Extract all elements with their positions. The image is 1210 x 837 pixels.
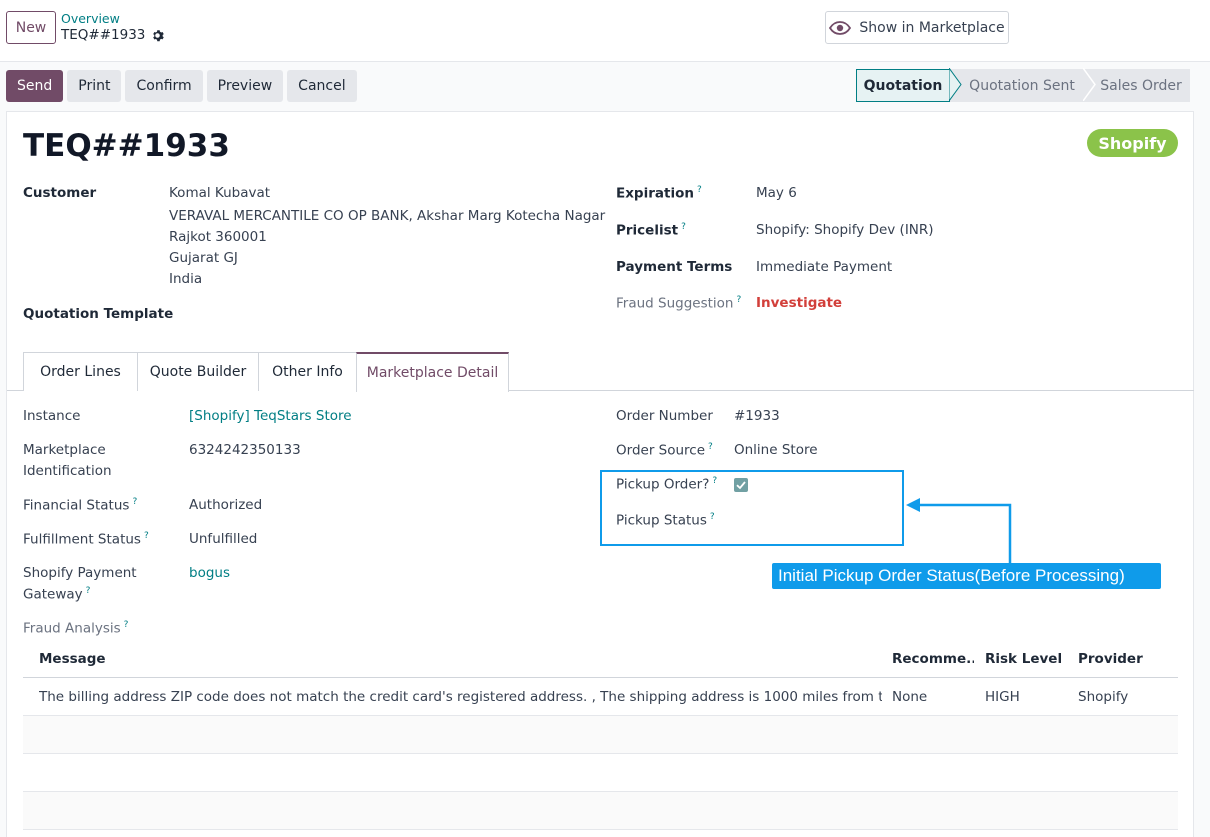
fraud-analysis-table: Message Recomme... Risk Level Provider T… [23, 640, 1178, 830]
marketplace-badge: Shopify [1087, 129, 1178, 157]
fraud-suggestion-label: Fraud Suggestion? [616, 295, 741, 312]
control-panel: New Overview TEQ##1933 Show in Marketpla… [0, 0, 1210, 62]
preview-button[interactable]: Preview [206, 70, 284, 102]
customer-address-line: Gujarat GJ [169, 250, 238, 266]
stage-quotation[interactable]: Quotation [856, 69, 950, 102]
payment-gateway-label: Gateway? [23, 586, 90, 603]
help-icon[interactable]: ? [132, 497, 137, 507]
confirm-button[interactable]: Confirm [125, 70, 203, 102]
marketplace-identification-value: 6324242350133 [189, 442, 301, 458]
expiration-label: Expiration? [616, 185, 702, 202]
quotation-template-label: Quotation Template [23, 306, 174, 322]
message-cell: The billing address ZIP code does not ma… [39, 689, 882, 705]
column-header-recommendation[interactable]: Recomme... [892, 640, 974, 678]
help-icon[interactable]: ? [86, 586, 91, 596]
pricelist-label-text: Pricelist [616, 222, 679, 239]
recommendation-cell: None [892, 689, 928, 705]
gear-icon[interactable] [151, 29, 165, 42]
order-source-label: Order Source? [616, 442, 713, 459]
stage-quotation-sent-label: Quotation Sent [969, 77, 1075, 94]
marketplace-identification-label: Marketplace [23, 442, 106, 458]
table-row[interactable]: The billing address ZIP code does not ma… [23, 678, 1178, 716]
show-in-marketplace-label: Show in Marketplace [859, 19, 1005, 36]
table-header: Message Recomme... Risk Level Provider [23, 640, 1178, 678]
fulfillment-status-value: Unfulfilled [189, 531, 258, 547]
tab-marketplace-detail[interactable]: Marketplace Detail [356, 352, 509, 392]
send-button[interactable]: Send [6, 70, 64, 102]
print-button[interactable]: Print [67, 70, 122, 102]
customer-name[interactable]: Komal Kubavat [169, 185, 270, 201]
chevron-right-icon [949, 68, 962, 101]
payment-gateway-link[interactable]: bogus [189, 565, 230, 581]
eye-icon [829, 20, 852, 35]
financial-status-label-text: Financial Status [23, 497, 130, 514]
expiration-value[interactable]: May 6 [756, 185, 797, 201]
order-source-value: Online Store [734, 442, 818, 458]
instance-link[interactable]: [Shopify] TeqStars Store [189, 408, 352, 424]
risk-level-cell: HIGH [985, 689, 1020, 705]
column-header-message[interactable]: Message [39, 640, 882, 678]
pricelist-value[interactable]: Shopify: Shopify Dev (INR) [756, 222, 934, 238]
column-header-provider[interactable]: Provider [1078, 640, 1173, 678]
customer-address-line: India [169, 271, 203, 287]
column-header-risk-level[interactable]: Risk Level [985, 640, 1067, 678]
breadcrumb-overview[interactable]: Overview [61, 11, 120, 26]
action-buttons: Send Print Confirm Preview Cancel [6, 70, 357, 102]
cancel-button[interactable]: Cancel [287, 70, 357, 102]
payment-terms-label: Payment Terms [616, 259, 733, 275]
customer-address-line: Rajkot 360001 [169, 229, 267, 245]
annotation-arrow-icon [906, 498, 1012, 565]
financial-status-label: Financial Status? [23, 497, 137, 514]
fraud-suggestion-value: Investigate [756, 295, 843, 311]
instance-label: Instance [23, 408, 81, 424]
help-icon[interactable]: ? [681, 222, 686, 232]
new-button[interactable]: New [6, 11, 56, 44]
help-icon[interactable]: ? [737, 295, 742, 305]
breadcrumb-current: TEQ##1933 [61, 27, 165, 43]
pricelist-label: Pricelist? [616, 222, 686, 239]
annotation-note: Initial Pickup Order Status(Before Proce… [772, 563, 1161, 589]
help-icon[interactable]: ? [124, 620, 129, 630]
fraud-analysis-label: Fraud Analysis? [23, 620, 128, 637]
notebook-tabs: Order Lines Quote Builder Other Info Mar… [7, 352, 1194, 392]
stage-sales-order[interactable]: Sales Order [1083, 68, 1190, 102]
payment-gateway-label-text: Gateway [23, 586, 83, 603]
payment-terms-value[interactable]: Immediate Payment [756, 259, 892, 275]
record-title: TEQ##1933 [23, 128, 230, 164]
customer-label: Customer [23, 185, 97, 201]
empty-row [23, 716, 1178, 754]
order-number-label: Order Number [616, 408, 713, 424]
tab-other-info[interactable]: Other Info [258, 352, 357, 391]
customer-address-line: VERAVAL MERCANTILE CO OP BANK, Akshar Ma… [169, 208, 606, 224]
payment-gateway-label: Shopify Payment [23, 565, 137, 581]
annotation-highlight-box [600, 470, 904, 546]
show-in-marketplace-button[interactable]: Show in Marketplace [825, 11, 1009, 44]
fraud-analysis-label-text: Fraud Analysis [23, 620, 121, 637]
stage-sales-order-label: Sales Order [1100, 77, 1182, 94]
breadcrumb-current-label: TEQ##1933 [61, 27, 146, 43]
help-icon[interactable]: ? [144, 531, 149, 541]
financial-status-value: Authorized [189, 497, 263, 513]
help-icon[interactable]: ? [697, 185, 702, 195]
expiration-label-text: Expiration [616, 185, 694, 202]
tab-order-lines[interactable]: Order Lines [23, 352, 138, 391]
fulfillment-status-label-text: Fulfillment Status [23, 531, 141, 548]
fulfillment-status-label: Fulfillment Status? [23, 531, 149, 548]
order-source-label-text: Order Source [616, 442, 706, 459]
provider-cell: Shopify [1078, 689, 1129, 705]
empty-row [23, 754, 1178, 792]
empty-row [23, 792, 1178, 830]
tab-quote-builder[interactable]: Quote Builder [137, 352, 259, 391]
status-bar: Quotation Quotation Sent Sales Order [856, 68, 1190, 102]
chevron-right-icon [1083, 68, 1096, 101]
marketplace-identification-label: Identification [23, 463, 112, 479]
stage-quotation-sent[interactable]: Quotation Sent [949, 68, 1084, 102]
order-number-value: #1933 [734, 408, 780, 424]
fraud-suggestion-label-text: Fraud Suggestion [616, 295, 734, 312]
help-icon[interactable]: ? [708, 442, 713, 452]
